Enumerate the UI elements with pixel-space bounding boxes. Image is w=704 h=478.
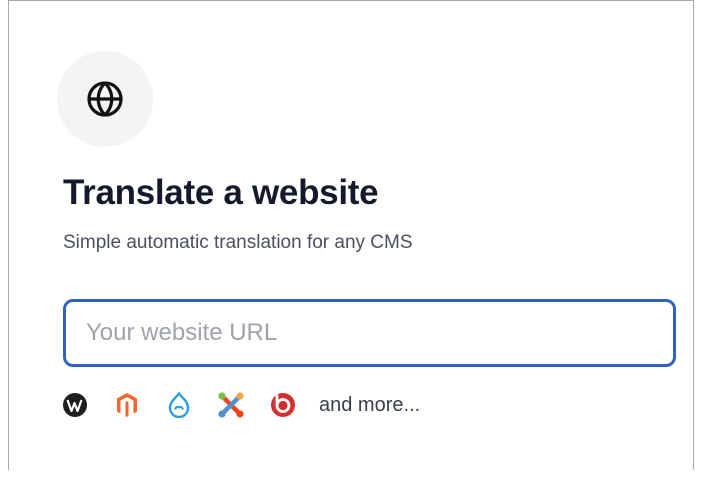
card-title: Translate a website: [63, 173, 379, 212]
website-url-input[interactable]: [63, 299, 676, 367]
globe-icon-badge: [57, 51, 153, 147]
globe-icon: [85, 79, 125, 119]
panel-frame: Translate a website Simple automatic tra…: [8, 0, 694, 470]
translate-website-card: Translate a website Simple automatic tra…: [57, 51, 683, 421]
magento-icon: [113, 391, 141, 419]
bitrix-icon: [269, 391, 297, 419]
wordpress-icon: [61, 391, 89, 419]
and-more-label: and more...: [319, 393, 421, 416]
joomla-icon: [217, 391, 245, 419]
drupal-icon: [165, 391, 193, 419]
cms-list: and more...: [63, 389, 683, 421]
card-subtitle: Simple automatic translation for any CMS: [63, 232, 413, 253]
